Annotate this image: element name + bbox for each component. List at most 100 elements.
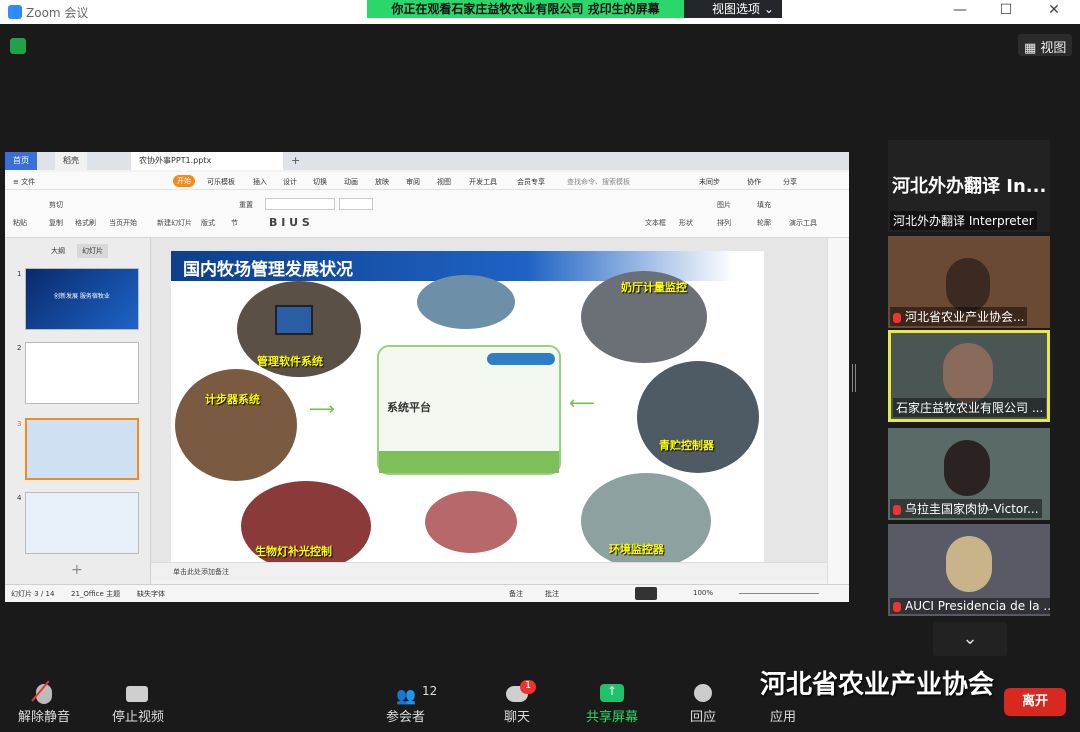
menu-vip[interactable]: 会员专享 (517, 177, 545, 187)
ribbon-play-current[interactable]: 当页开始 (109, 218, 137, 228)
view-options-button[interactable]: 视图选项 ⌄ (684, 0, 782, 18)
ribbon-layout[interactable]: 版式 (201, 218, 215, 228)
notes-bar[interactable]: 单击此处添加备注 (151, 562, 827, 580)
ribbon-paste[interactable]: 粘贴 (13, 218, 27, 228)
close-icon[interactable]: ✕ (1044, 2, 1064, 18)
leave-button[interactable]: 离开 (1004, 688, 1066, 716)
share-screen-icon[interactable]: ↑ (600, 684, 624, 702)
security-shield-icon[interactable] (10, 38, 26, 54)
view-button[interactable]: ▦ 视图 (1018, 34, 1073, 56)
menu-template[interactable]: 可乐模板 (207, 177, 235, 187)
reactions-button[interactable]: 回应 (690, 706, 716, 725)
menu-devtools[interactable]: 开发工具 (469, 177, 497, 187)
slide-title: 国内牧场管理发展状况 (183, 260, 353, 280)
ribbon-arrange[interactable]: 排列 (717, 218, 731, 228)
menu-collab[interactable]: 协作 (747, 177, 761, 187)
app-title: Zoom 会议 (26, 6, 89, 20)
tab-pptx[interactable]: 农协外事PPT1.pptx (131, 152, 283, 170)
slide-thumbnail-4[interactable] (25, 492, 139, 554)
comment-toggle[interactable]: 批注 (545, 589, 559, 599)
tab-slides[interactable]: 幻灯片 (77, 244, 108, 258)
grid-icon: ▦ (1024, 41, 1041, 56)
collapse-participants-button[interactable]: ⌄ (933, 622, 1007, 656)
photo-milking: 奶厅计量监控 (581, 271, 707, 363)
chat-badge: 1 (520, 680, 536, 694)
slide-thumbnail-2[interactable] (25, 342, 139, 404)
ribbon-textbox[interactable]: 文本框 (645, 218, 666, 228)
participant-name: AUCI Presidencia de la ... (890, 598, 1050, 614)
label-software: 管理软件系统 (257, 355, 323, 368)
menu-file[interactable]: ≡ 文件 (13, 177, 35, 187)
add-slide-icon[interactable]: + (71, 562, 83, 578)
ribbon-cut[interactable]: 剪切 (49, 200, 63, 210)
chat-button[interactable]: 聊天 (504, 706, 530, 725)
participants-icon[interactable]: 👥 (396, 686, 416, 705)
maximize-icon[interactable]: ☐ (996, 2, 1016, 18)
ribbon-section[interactable]: 节 (231, 218, 238, 228)
font-size-select[interactable] (339, 198, 373, 210)
current-slide[interactable]: 国内牧场管理发展状况 管理软件系统 奶厅计量监控 计步器系统 系统平台 青贮控制… (171, 251, 764, 562)
ribbon-reset[interactable]: 重置 (239, 200, 253, 210)
minimize-icon[interactable]: — (950, 2, 970, 18)
slide-thumbnail-1[interactable]: 创新发展 服务宿牧业 (25, 268, 139, 330)
menu-review[interactable]: 审阅 (406, 177, 420, 187)
participant-name: 乌拉圭国家肉协-Victor... (890, 499, 1042, 518)
menu-share[interactable]: 分享 (783, 177, 797, 187)
menu-design[interactable]: 设计 (283, 177, 297, 187)
wechat-watermark: 河北省农业产业协会 (760, 670, 995, 700)
participants-button[interactable]: 参会者 (386, 706, 425, 725)
ribbon-new-slide[interactable]: 新建幻灯片 (157, 218, 192, 228)
ribbon-copy[interactable]: 复制 (49, 218, 63, 228)
side-tool-strip[interactable] (827, 238, 849, 584)
avatar (946, 258, 990, 312)
apps-button[interactable]: 应用 (770, 706, 796, 725)
ribbon-fill[interactable]: 填充 (757, 200, 771, 210)
ribbon-format-painter[interactable]: 格式刷 (75, 218, 96, 228)
zoom-logo-icon (8, 5, 22, 19)
unmute-button[interactable]: 解除静音 (18, 706, 70, 725)
play-button[interactable] (635, 587, 657, 600)
photo-sensor (417, 275, 515, 329)
menu-animation[interactable]: 动画 (344, 177, 358, 187)
menu-sync[interactable]: 未同步 (699, 177, 720, 187)
platform-logo (487, 353, 555, 365)
slide-number: 3 (17, 420, 22, 428)
zoom-level[interactable]: 100% (693, 589, 713, 597)
slide-thumbnail-3[interactable] (25, 418, 139, 480)
slide-number: 4 (17, 494, 22, 502)
notes-toggle[interactable]: 备注 (509, 589, 523, 599)
ribbon-outline[interactable]: 轮廓 (757, 218, 771, 228)
avatar (946, 536, 992, 592)
participant-tile-3-active[interactable]: 石家庄益牧农业有限公司 ... (888, 330, 1050, 422)
thumb-title: 创新发展 服务宿牧业 (54, 293, 110, 300)
share-screen-button[interactable]: 共享屏幕 (586, 706, 638, 725)
participant-tile-5[interactable]: AUCI Presidencia de la ... (888, 524, 1050, 616)
participant-tile-1[interactable]: 河北外办翻译 In... 河北外办翻译 Interpreter (888, 140, 1050, 232)
tab-daoke[interactable]: 稻壳 (55, 152, 87, 170)
participant-tile-4[interactable]: 乌拉圭国家肉协-Victor... (888, 428, 1050, 520)
new-tab-icon[interactable]: + (291, 154, 300, 167)
ribbon-presentation-tools[interactable]: 演示工具 (789, 218, 817, 228)
menu-insert[interactable]: 插入 (253, 177, 267, 187)
tab-outline[interactable]: 大纲 (51, 246, 65, 256)
ribbon: 粘贴 剪切 复制 格式刷 当页开始 新建幻灯片 版式 节 重置 B I U S … (5, 190, 849, 238)
participant-tile-2[interactable]: 河北省农业产业协会... (888, 236, 1050, 328)
bold-icon[interactable]: B I U S (269, 216, 310, 229)
menu-slideshow[interactable]: 放映 (375, 177, 389, 187)
menu-view[interactable]: 视图 (437, 177, 451, 187)
tab-home[interactable]: 首页 (5, 152, 37, 170)
stop-video-button[interactable]: 停止视频 (112, 706, 164, 725)
participant-big-name: 河北外办翻译 In... (892, 176, 1047, 197)
panel-resize-handle[interactable] (852, 364, 856, 392)
missing-font[interactable]: 缺失字体 (137, 589, 165, 599)
menu-start[interactable]: 开始 (173, 175, 195, 187)
menu-transition[interactable]: 切换 (313, 177, 327, 187)
zoom-slider[interactable] (739, 593, 819, 594)
font-family-select[interactable] (265, 198, 335, 210)
video-camera-icon[interactable] (126, 686, 148, 702)
ribbon-picture[interactable]: 图片 (717, 200, 731, 210)
ribbon-shape[interactable]: 形状 (679, 218, 693, 228)
command-search[interactable]: 查找命令、搜索模板 (567, 177, 630, 187)
arrow-right-icon: ⟶ (309, 399, 335, 420)
reactions-icon[interactable] (694, 684, 712, 702)
